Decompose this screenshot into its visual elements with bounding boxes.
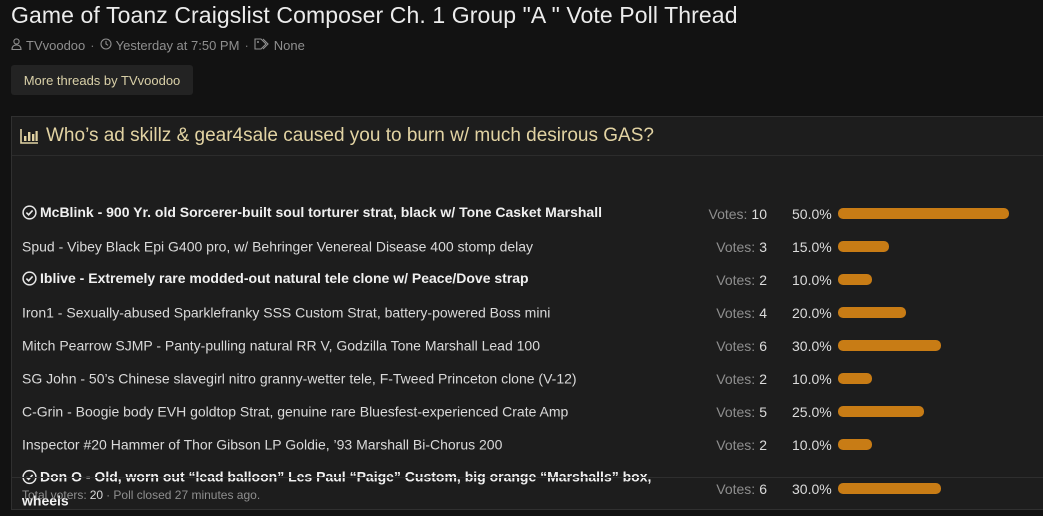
poll-option-row: McBlink - 900 Yr. old Sorcerer-built sou…	[12, 197, 1043, 230]
poll-option-row: SG John - 50’s Chinese slavegirl nitro g…	[12, 362, 1043, 395]
total-voters-label: Total voters:	[22, 487, 87, 502]
poll-option-bar	[838, 439, 872, 450]
poll-option-votes: Votes: 6	[716, 338, 767, 354]
poll-option-row: Iblive - Extremely rare modded-out natur…	[12, 263, 1043, 296]
thread-title: Game of Toanz Craigslist Composer Ch. 1 …	[11, 2, 738, 28]
poll-option-votes: Votes: 5	[716, 404, 767, 420]
poll-option-row: Iron1 - Sexually-abused Sparklefranky SS…	[12, 296, 1043, 329]
poll-option-text: Spud - Vibey Black Epi G400 pro, w/ Behr…	[22, 238, 534, 254]
poll-option-row: Inspector #20 Hammer of Thor Gibson LP G…	[12, 428, 1043, 461]
poll-option-percent: 30.0%	[792, 337, 832, 354]
poll-option-votes: Votes: 3	[716, 239, 767, 255]
poll-option-row: Spud - Vibey Black Epi G400 pro, w/ Behr…	[12, 230, 1043, 263]
votes-label: Votes:	[716, 304, 756, 321]
votes-label: Votes:	[708, 205, 748, 222]
poll-option-percent: 50.0%	[792, 205, 832, 222]
poll-option-text: Inspector #20 Hammer of Thor Gibson LP G…	[22, 436, 503, 452]
poll-option-votes: Votes: 4	[716, 305, 767, 321]
votes-count: 5	[759, 403, 767, 420]
poll-option-text: C-Grin - Boogie body EVH goldtop Strat, …	[22, 403, 569, 419]
poll-option-votes: Votes: 10	[709, 206, 768, 222]
poll-question: Who’s ad skillz & gear4sale caused you t…	[46, 125, 654, 146]
more-threads-button[interactable]: More threads by TVvoodoo	[11, 65, 193, 95]
thread-tags: None	[273, 38, 305, 53]
poll-option-text: McBlink - 900 Yr. old Sorcerer-built sou…	[40, 203, 602, 220]
check-circle-icon	[22, 270, 37, 292]
poll-option-bar	[838, 241, 889, 252]
votes-label: Votes:	[716, 337, 756, 354]
poll-option-percent: 10.0%	[792, 271, 832, 288]
poll-option-text: Iblive - Extremely rare modded-out natur…	[40, 269, 529, 286]
poll-footer: Total voters: 20 · Poll closed 27 minute…	[12, 477, 1043, 511]
poll-option-label: SG John - 50’s Chinese slavegirl nitro g…	[22, 368, 672, 389]
poll-option-label: Iblive - Extremely rare modded-out natur…	[22, 268, 672, 292]
poll-option-votes: Votes: 2	[716, 272, 767, 288]
thread-author[interactable]: TVvoodoo	[26, 38, 85, 53]
poll-option-label: Inspector #20 Hammer of Thor Gibson LP G…	[22, 434, 672, 455]
votes-count: 2	[759, 436, 767, 453]
poll-option-row: C-Grin - Boogie body EVH goldtop Strat, …	[12, 395, 1043, 428]
votes-label: Votes:	[716, 436, 756, 453]
poll-option-bar	[838, 340, 941, 351]
poll-option-bar	[838, 373, 872, 384]
check-circle-icon	[22, 204, 37, 226]
poll-header: Who’s ad skillz & gear4sale caused you t…	[12, 117, 1043, 156]
votes-count: 10	[751, 205, 767, 222]
poll-option-bar	[838, 208, 1009, 219]
poll-option-votes: Votes: 2	[716, 371, 767, 387]
poll-option-label: Iron1 - Sexually-abused Sparklefranky SS…	[22, 302, 672, 323]
clock-icon	[100, 38, 112, 53]
poll-option-label: C-Grin - Boogie body EVH goldtop Strat, …	[22, 401, 672, 422]
poll-option-percent: 15.0%	[792, 238, 832, 255]
votes-label: Votes:	[716, 403, 756, 420]
poll-option-text: Iron1 - Sexually-abused Sparklefranky SS…	[22, 304, 551, 320]
poll-option-label: Mitch Pearrow SJMP - Panty-pulling natur…	[22, 335, 672, 356]
poll-option-percent: 25.0%	[792, 403, 832, 420]
votes-count: 4	[759, 304, 767, 321]
poll-option-text: SG John - 50’s Chinese slavegirl nitro g…	[22, 370, 577, 386]
poll-option-bar	[838, 406, 924, 417]
poll-option-votes: Votes: 2	[716, 437, 767, 453]
poll-option-percent: 10.0%	[792, 370, 832, 387]
votes-label: Votes:	[716, 271, 756, 288]
thread-meta: TVvoodoo · Yesterday at 7:50 PM · None	[11, 38, 305, 53]
bar-chart-icon	[20, 128, 39, 144]
poll-option-label: McBlink - 900 Yr. old Sorcerer-built sou…	[22, 202, 672, 226]
poll-option-bar	[838, 274, 872, 285]
poll-block: Who’s ad skillz & gear4sale caused you t…	[11, 116, 1043, 510]
votes-count: 2	[759, 370, 767, 387]
votes-count: 3	[759, 238, 767, 255]
poll-option-row: Mitch Pearrow SJMP - Panty-pulling natur…	[12, 329, 1043, 362]
poll-status: Poll closed 27 minutes ago.	[113, 487, 261, 502]
thread-date[interactable]: Yesterday at 7:50 PM	[116, 38, 240, 53]
user-icon	[11, 38, 22, 53]
poll-option-text: Mitch Pearrow SJMP - Panty-pulling natur…	[22, 337, 540, 353]
poll-option-bar	[838, 307, 906, 318]
poll-option-percent: 10.0%	[792, 436, 832, 453]
poll-option-percent: 20.0%	[792, 304, 832, 321]
votes-count: 2	[759, 271, 767, 288]
votes-label: Votes:	[716, 238, 756, 255]
poll-option-label: Spud - Vibey Black Epi G400 pro, w/ Behr…	[22, 236, 672, 257]
votes-count: 6	[759, 337, 767, 354]
total-voters-count: 20	[89, 487, 104, 502]
tags-icon	[254, 38, 270, 53]
votes-label: Votes:	[716, 370, 756, 387]
